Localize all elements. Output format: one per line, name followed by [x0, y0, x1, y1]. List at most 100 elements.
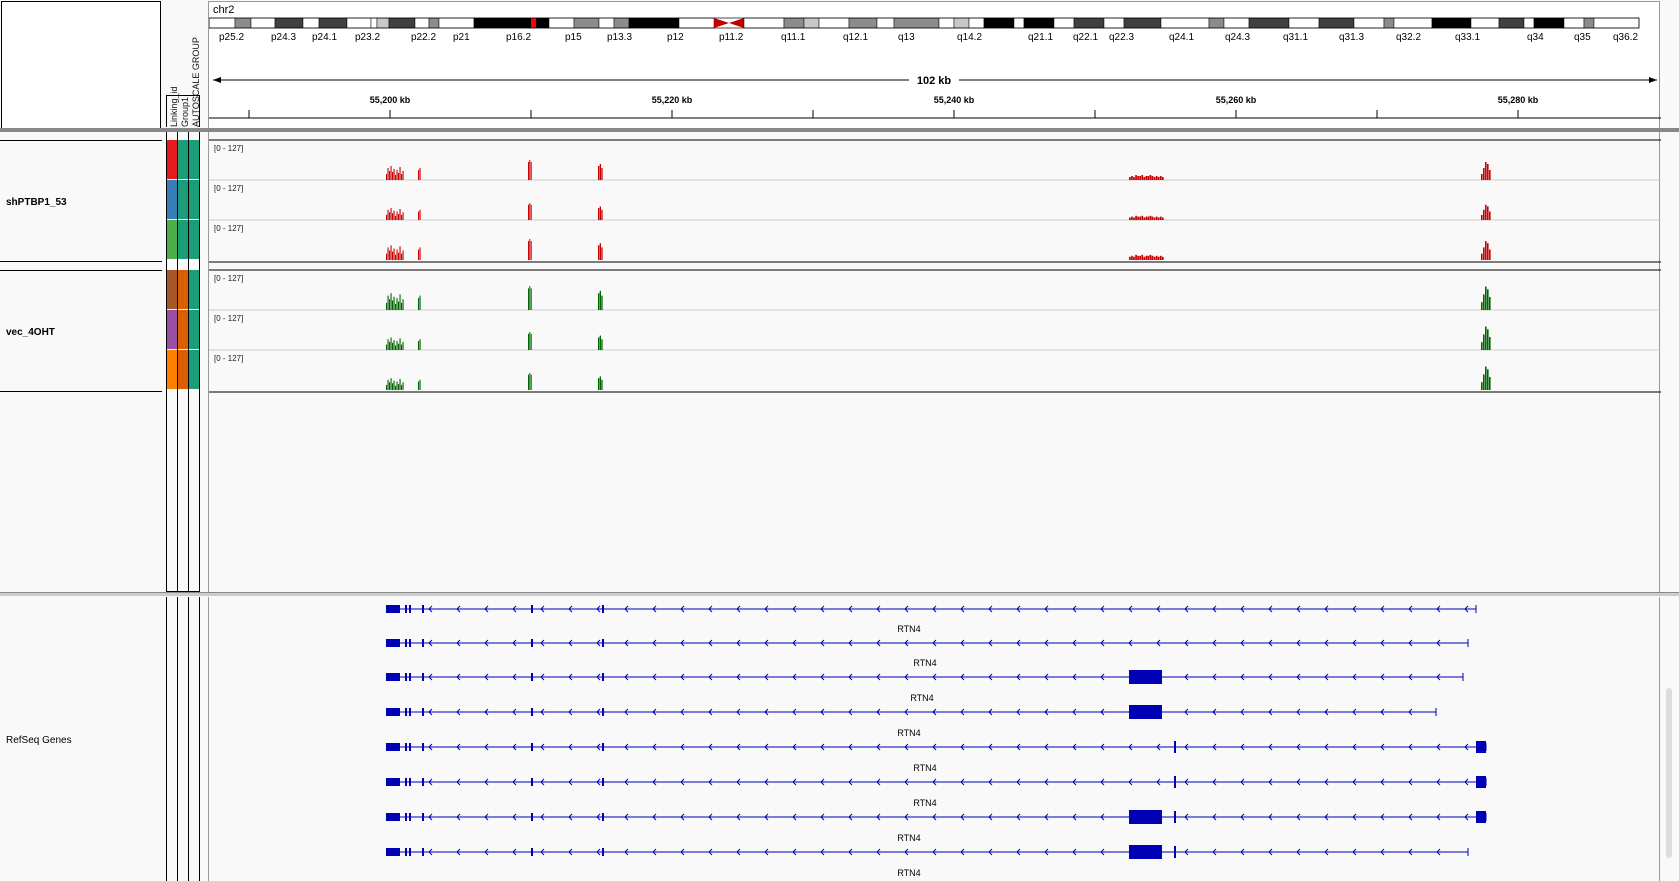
cytoband [346, 17, 372, 29]
attribute-cell[interactable] [167, 310, 177, 349]
cytoband [1353, 17, 1385, 29]
coverage-bar [1133, 177, 1135, 180]
coverage-bar [1161, 177, 1164, 180]
refseq-gene-track[interactable]: RTN4 RTN4 RTN4 RTN4 RTN4 RTN4 RTN4 RTN4 [209, 597, 1660, 881]
track-range-label: [0 - 127] [214, 314, 244, 323]
coverage-bar [1155, 216, 1158, 220]
coverage-bar [419, 339, 421, 350]
coverage-bar [387, 247, 389, 260]
coverage-bar [386, 302, 388, 310]
coverage-bar [1131, 176, 1133, 180]
coverage-bar [1151, 216, 1154, 220]
attribute-cell[interactable] [167, 180, 177, 219]
cytoband [893, 17, 940, 29]
chromosome-ideogram[interactable]: p25.2 p24.3 p24.1 p23.2 p22.2 p21 p16.2 p15 p13.… [209, 16, 1661, 46]
coverage-bar [398, 384, 400, 391]
ruler[interactable]: 102 kb 55,200 kb 55,220 kb 55,240 kb 55,260 … [209, 68, 1661, 128]
gene-exon [1476, 741, 1486, 753]
coverage-bar [1489, 337, 1491, 350]
attribute-cell[interactable] [178, 310, 188, 349]
attribute-cell[interactable] [167, 270, 177, 309]
coverage-bar [1487, 164, 1489, 180]
coverage-bar [396, 381, 398, 390]
coverage-bar [418, 170, 420, 180]
cytoband-label: q35 [1574, 32, 1591, 43]
header-panel[interactable]: chr2 p25.2 p24.3 p24.1 p23.2 p22.2 p21 p16.2 p1… [208, 1, 1661, 129]
ruler-tick-label: 55,280 kb [1498, 95, 1539, 105]
coverage-bar [528, 333, 529, 350]
coverage-bar [1135, 254, 1137, 261]
coverage-bar [601, 339, 603, 350]
cytoband [1523, 17, 1535, 29]
coverage-bar [399, 209, 401, 220]
coverage-bar [529, 160, 531, 180]
attribute-cell[interactable] [189, 140, 199, 179]
coverage-bar [599, 243, 601, 260]
attribute-cell[interactable] [178, 180, 188, 219]
cytoband [1013, 17, 1025, 29]
group-label-shPTBP1_53[interactable]: shPTBP1_53 [0, 140, 162, 262]
attribute-cell[interactable] [178, 220, 188, 259]
data-panel[interactable]: [0 - 127] [0 - 127] [0 - 127] [0 - 127] … [208, 132, 1661, 592]
cytoband [428, 17, 440, 29]
feature-name-panel[interactable]: RefSeq Genes [0, 597, 162, 881]
attribute-cell[interactable] [189, 310, 199, 349]
cytoband [234, 17, 252, 29]
coverage-bar [395, 345, 397, 350]
coverage-bar [395, 215, 397, 221]
attribute-cell[interactable] [189, 220, 199, 259]
vertical-scrollbar[interactable] [1666, 688, 1672, 858]
gene-exon [386, 605, 400, 613]
gene-exon [602, 778, 604, 786]
attribute-cell[interactable] [167, 220, 177, 259]
coverage-bar [1151, 176, 1154, 180]
coverage-tracks[interactable] [209, 132, 1661, 592]
coverage-bar [390, 293, 392, 310]
attribute-cell[interactable] [189, 270, 199, 309]
attribute-cell[interactable] [167, 140, 177, 179]
coverage-bar [398, 252, 400, 261]
coverage-bar [418, 211, 420, 220]
gene-exon [386, 639, 400, 647]
cytoband-label: p12 [667, 32, 684, 43]
gene-exon [422, 708, 424, 716]
gene-exon [409, 708, 411, 716]
gene-track-name: RefSeq Genes [6, 735, 72, 746]
attribute-cell[interactable] [178, 140, 188, 179]
gene-exon [531, 743, 533, 751]
coverage-bar [1481, 174, 1483, 180]
attribute-cell[interactable] [189, 180, 199, 219]
cytoband [598, 17, 615, 29]
attribute-cell[interactable] [189, 350, 199, 389]
coverage-bar [1481, 302, 1483, 310]
gene-track-panel[interactable]: RTN4 RTN4 RTN4 RTN4 RTN4 RTN4 RTN4 RTN4 [208, 597, 1660, 881]
coverage-bar [1485, 326, 1487, 350]
coverage-bar [1151, 255, 1154, 260]
coverage-bar [402, 382, 404, 390]
chromosome-name: chr2 [213, 4, 235, 16]
coverage-bar [398, 301, 400, 310]
coverage-bar [402, 250, 404, 260]
gene-exon [422, 673, 424, 681]
cytoband-label: q21.1 [1028, 32, 1053, 43]
coverage-bar [528, 204, 529, 220]
attribute-cell[interactable] [178, 350, 188, 389]
span-arrow [1649, 77, 1657, 83]
attribute-cell[interactable] [178, 270, 188, 309]
gene-exon [386, 743, 400, 751]
coverage-bar [399, 294, 401, 310]
coverage-bar [389, 250, 391, 260]
coverage-bar [1481, 253, 1483, 260]
cytoband [414, 17, 430, 29]
coverage-bar [530, 162, 532, 180]
group-label-vec_4OHT[interactable]: vec_4OHT [0, 270, 162, 392]
coverage-bar [1161, 256, 1164, 260]
coverage-bar [528, 241, 529, 260]
coverage-bar [1489, 377, 1491, 390]
cytoband-label: q32.2 [1396, 32, 1421, 43]
coverage-bar [1485, 204, 1487, 220]
coverage-bar [1481, 382, 1483, 390]
gene-name-label: RTN4 [897, 833, 920, 843]
coverage-bar [392, 383, 394, 390]
attribute-cell[interactable] [167, 350, 177, 389]
